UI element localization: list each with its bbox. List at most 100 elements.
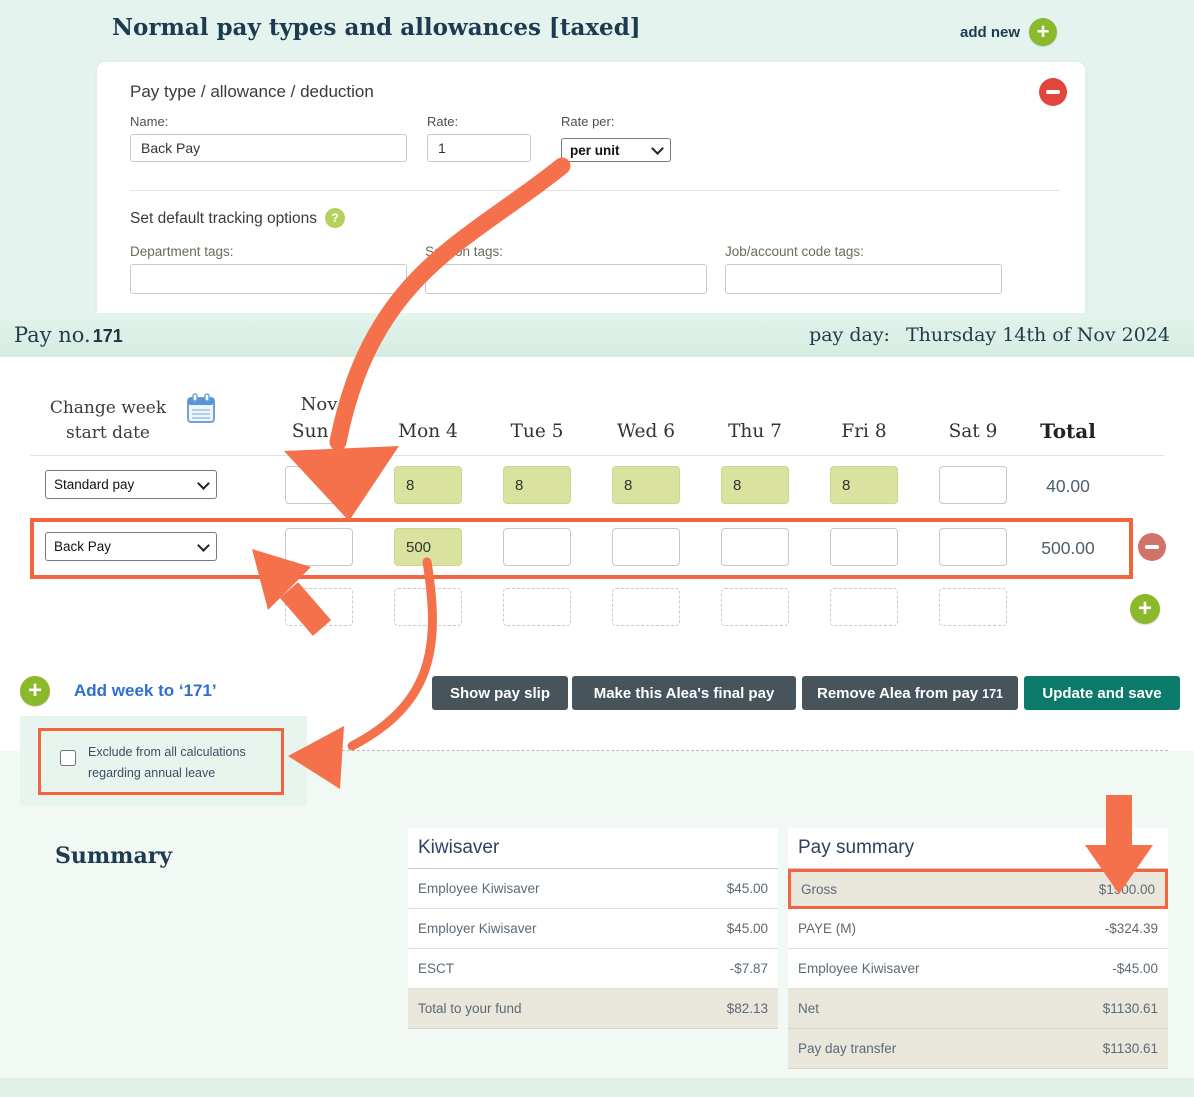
minus-glyph	[1046, 90, 1060, 94]
table-row: Employee Kiwisaver -$45.00	[788, 949, 1168, 989]
pay-type-select-standard[interactable]: Standard pay	[45, 470, 217, 499]
table-row: PAYE (M) -$324.39	[788, 909, 1168, 949]
final-pay-label: Make this Alea's final pay	[594, 685, 775, 702]
remove-from-pay-number: 171	[982, 687, 1003, 701]
department-tags-input[interactable]	[130, 264, 407, 294]
kiwisaver-title: Kiwisaver	[408, 828, 778, 869]
row-label: Total to your fund	[418, 1001, 522, 1016]
add-new-label: add new	[960, 24, 1020, 41]
cell-row1-sun[interactable]	[285, 466, 353, 504]
cell-row2-mon[interactable]	[394, 528, 462, 566]
calendar-icon[interactable]	[185, 392, 217, 429]
add-new-button[interactable]: add new +	[960, 18, 1057, 46]
exclude-checkbox[interactable]	[60, 750, 76, 766]
cell-row3-wed[interactable]	[612, 588, 680, 626]
row-label: Employee Kiwisaver	[418, 881, 540, 896]
add-plus-icon[interactable]: +	[1029, 18, 1057, 46]
add-week-plus-icon[interactable]: +	[20, 676, 50, 706]
job-tags-label: Job/account code tags:	[725, 244, 864, 259]
cell-row1-wed[interactable]	[612, 466, 680, 504]
day-header-tue: Tue 5	[503, 421, 571, 442]
add-row-plus-icon[interactable]: +	[1130, 594, 1160, 624]
cell-row2-sun[interactable]	[285, 528, 353, 566]
rate-per-label: Rate per:	[561, 114, 614, 129]
rate-per-select[interactable]: per unit	[561, 138, 671, 162]
final-pay-button[interactable]: Make this Alea's final pay	[572, 676, 796, 710]
cell-row1-tue[interactable]	[503, 466, 571, 504]
rate-label: Rate:	[427, 114, 458, 129]
change-week-label: Change week start date	[42, 396, 174, 445]
day-header-sat: Sat 9	[939, 421, 1007, 442]
row-value: -$45.00	[1112, 961, 1158, 976]
pay-day-group: pay day: Thursday 14th of Nov 2024	[809, 324, 1170, 346]
job-tags-input[interactable]	[725, 264, 1002, 294]
row-value: $1130.61	[1103, 1001, 1158, 1016]
pay-summary-title: Pay summary	[788, 828, 1168, 869]
chevron-down-icon	[651, 142, 664, 155]
bottom-strip	[0, 1078, 1194, 1097]
pay-no-label: Pay no.	[14, 323, 91, 347]
remove-pay-type-icon[interactable]	[1039, 78, 1067, 106]
row-value: $82.13	[727, 1001, 768, 1016]
table-row: ESCT -$7.87	[408, 949, 778, 989]
minus-glyph	[1145, 545, 1159, 549]
rate-input[interactable]	[427, 134, 531, 162]
day-header-sun: Sun 3	[285, 421, 353, 442]
pay-day-value: Thursday 14th of Nov 2024	[906, 324, 1170, 346]
summary-heading: Summary	[55, 843, 172, 869]
section-tags-input[interactable]	[425, 264, 707, 294]
table-header-divider	[30, 455, 1164, 456]
exclude-label: Exclude from all calculations regarding …	[88, 742, 266, 785]
help-icon[interactable]: ?	[325, 208, 345, 228]
pay-day-label: pay day:	[809, 324, 890, 346]
row2-total: 500.00	[1022, 538, 1114, 559]
rate-per-value: per unit	[570, 143, 620, 158]
pay-type-card: Pay type / allowance / deduction Name: R…	[97, 62, 1085, 313]
add-week-link[interactable]: Add week to ‘171’	[74, 681, 217, 701]
page-title: Normal pay types and allowances [taxed]	[112, 14, 641, 41]
row-label: Net	[798, 1001, 819, 1016]
pay-number-bar: Pay no. 171 pay day: Thursday 14th of No…	[0, 313, 1194, 357]
pay-summary-card: Pay summary Gross $1500.00 PAYE (M) -$32…	[788, 828, 1168, 1069]
row-value: $45.00	[727, 921, 768, 936]
remove-row-icon[interactable]	[1138, 533, 1166, 561]
pay-type-select-standard-value: Standard pay	[54, 477, 134, 492]
cell-row1-sat[interactable]	[939, 466, 1007, 504]
name-input[interactable]	[130, 134, 407, 162]
cell-row1-mon[interactable]	[394, 466, 462, 504]
cell-row3-sun[interactable]	[285, 588, 353, 626]
chevron-down-icon	[197, 539, 210, 552]
pay-type-select-back-pay[interactable]: Back Pay	[45, 532, 217, 561]
cell-row2-fri[interactable]	[830, 528, 898, 566]
pay-number-group: Pay no. 171	[14, 323, 123, 347]
row-label: Employer Kiwisaver	[418, 921, 537, 936]
cell-row2-tue[interactable]	[503, 528, 571, 566]
table-row: Employer Kiwisaver $45.00	[408, 909, 778, 949]
update-save-button[interactable]: Update and save	[1024, 676, 1180, 710]
cell-row2-sat[interactable]	[939, 528, 1007, 566]
card-divider	[130, 190, 1060, 191]
row-value: $45.00	[727, 881, 768, 896]
cell-row2-thu[interactable]	[721, 528, 789, 566]
row-label: Gross	[801, 882, 837, 897]
cell-row3-mon[interactable]	[394, 588, 462, 626]
cell-row3-thu[interactable]	[721, 588, 789, 626]
cell-row1-thu[interactable]	[721, 466, 789, 504]
row-label: PAYE (M)	[798, 921, 856, 936]
day-header-fri: Fri 8	[830, 421, 898, 442]
remove-from-pay-label: Remove Alea from pay	[817, 685, 978, 702]
show-pay-slip-button[interactable]: Show pay slip	[432, 676, 568, 710]
day-header-mon: Mon 4	[394, 421, 462, 442]
cell-row2-wed[interactable]	[612, 528, 680, 566]
row-label: Pay day transfer	[798, 1041, 896, 1056]
cell-row3-fri[interactable]	[830, 588, 898, 626]
remove-from-pay-button[interactable]: Remove Alea from pay 171	[802, 676, 1018, 710]
cell-row3-tue[interactable]	[503, 588, 571, 626]
row1-total: 40.00	[1022, 476, 1114, 497]
table-row-gross: Gross $1500.00	[788, 869, 1168, 909]
cell-row1-fri[interactable]	[830, 466, 898, 504]
pay-no-number: 171	[93, 326, 123, 347]
cell-row3-sat[interactable]	[939, 588, 1007, 626]
row-value: -$324.39	[1105, 921, 1158, 936]
payroll-page: Normal pay types and allowances [taxed] …	[0, 0, 1194, 1097]
